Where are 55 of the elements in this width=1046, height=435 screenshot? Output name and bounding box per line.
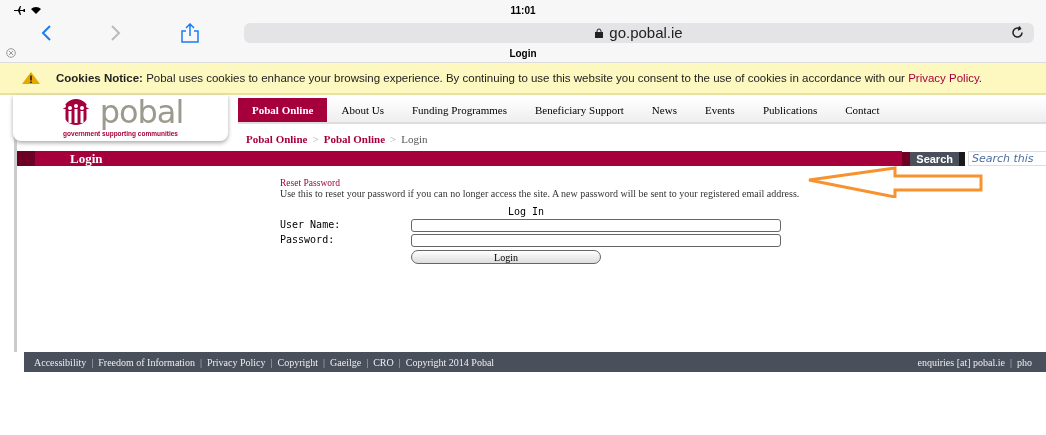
close-icon[interactable]	[6, 48, 16, 58]
nav-tab[interactable]: Funding Programmes	[397, 98, 521, 122]
logo-name: pobal	[99, 93, 185, 131]
breadcrumb-link[interactable]: Pobal Online	[246, 133, 308, 145]
cookie-notice: Cookies Notice: Pobal uses cookies to enhance your browsing experience. By continuing to use this website you consent to the use of cookies in accordance with our Privacy Policy.	[56, 71, 983, 85]
separator: |	[91, 356, 94, 368]
wifi-icon	[31, 6, 41, 14]
reset-description: Use this to reset your password if you can no longer access the site. A new password will be sent to your registered email address.	[280, 188, 801, 199]
search-field[interactable]: Search this	[968, 151, 1046, 166]
share-icon[interactable]	[180, 22, 200, 43]
footer-link[interactable]: enquiries [at] pobal.ie	[917, 356, 1005, 368]
separator: |	[323, 356, 326, 368]
nav-tab[interactable]: Beneficiary Support	[520, 98, 638, 122]
breadcrumb-separator: >	[390, 133, 397, 145]
page-title-bar: Login	[17, 151, 903, 166]
footer-link[interactable]: Privacy Policy	[206, 356, 266, 368]
login-button[interactable]: Login	[411, 250, 601, 264]
separator: |	[366, 356, 369, 368]
address-bar[interactable]: go.pobal.ie	[244, 22, 1034, 43]
nav-tab[interactable]: Pobal Online	[238, 98, 328, 122]
nav-tab[interactable]: News	[637, 98, 691, 122]
privacy-policy-link[interactable]: Privacy Policy	[908, 71, 979, 84]
nav-tab[interactable]: Events	[690, 98, 749, 122]
search-button[interactable]: Search	[902, 151, 965, 166]
input-field[interactable]	[411, 234, 781, 247]
field-label: User Name:	[280, 219, 342, 232]
footer-link[interactable]: Copyright 2014 Pobal	[405, 356, 495, 368]
nav-tab[interactable]: Contact	[831, 98, 894, 122]
separator: |	[1010, 356, 1012, 368]
footer-link[interactable]: Accessibility	[34, 356, 87, 368]
lock-icon	[595, 27, 604, 38]
reset-password-link[interactable]: Reset Password	[280, 178, 340, 188]
nav-tab[interactable]: Publications	[748, 98, 832, 122]
breadcrumb-link[interactable]: Pobal Online	[323, 133, 386, 145]
footer-link[interactable]: pho	[1017, 356, 1032, 368]
warning-icon	[22, 72, 40, 84]
tab-title: Login	[509, 48, 537, 59]
nav-tab[interactable]: About Us	[327, 98, 398, 122]
footer-link[interactable]: Gaeilge	[330, 356, 362, 368]
url-text: go.pobal.ie	[609, 24, 683, 41]
footer-link[interactable]: Freedom of Information	[98, 356, 195, 368]
field-label: Password:	[280, 234, 336, 247]
footer-link[interactable]: Copyright	[277, 356, 319, 368]
back-icon[interactable]	[40, 24, 52, 41]
airplane-icon	[14, 5, 25, 15]
breadcrumb-current: Login	[401, 133, 428, 145]
input-field[interactable]	[411, 219, 781, 232]
separator: |	[270, 356, 273, 368]
form-heading: Log In	[507, 206, 546, 217]
breadcrumb-separator: >	[312, 133, 319, 145]
footer-link[interactable]: CRO	[373, 356, 394, 368]
reload-icon[interactable]	[1011, 25, 1024, 39]
clock: 11:01	[510, 4, 536, 16]
separator: |	[199, 356, 202, 368]
separator: |	[398, 356, 401, 368]
